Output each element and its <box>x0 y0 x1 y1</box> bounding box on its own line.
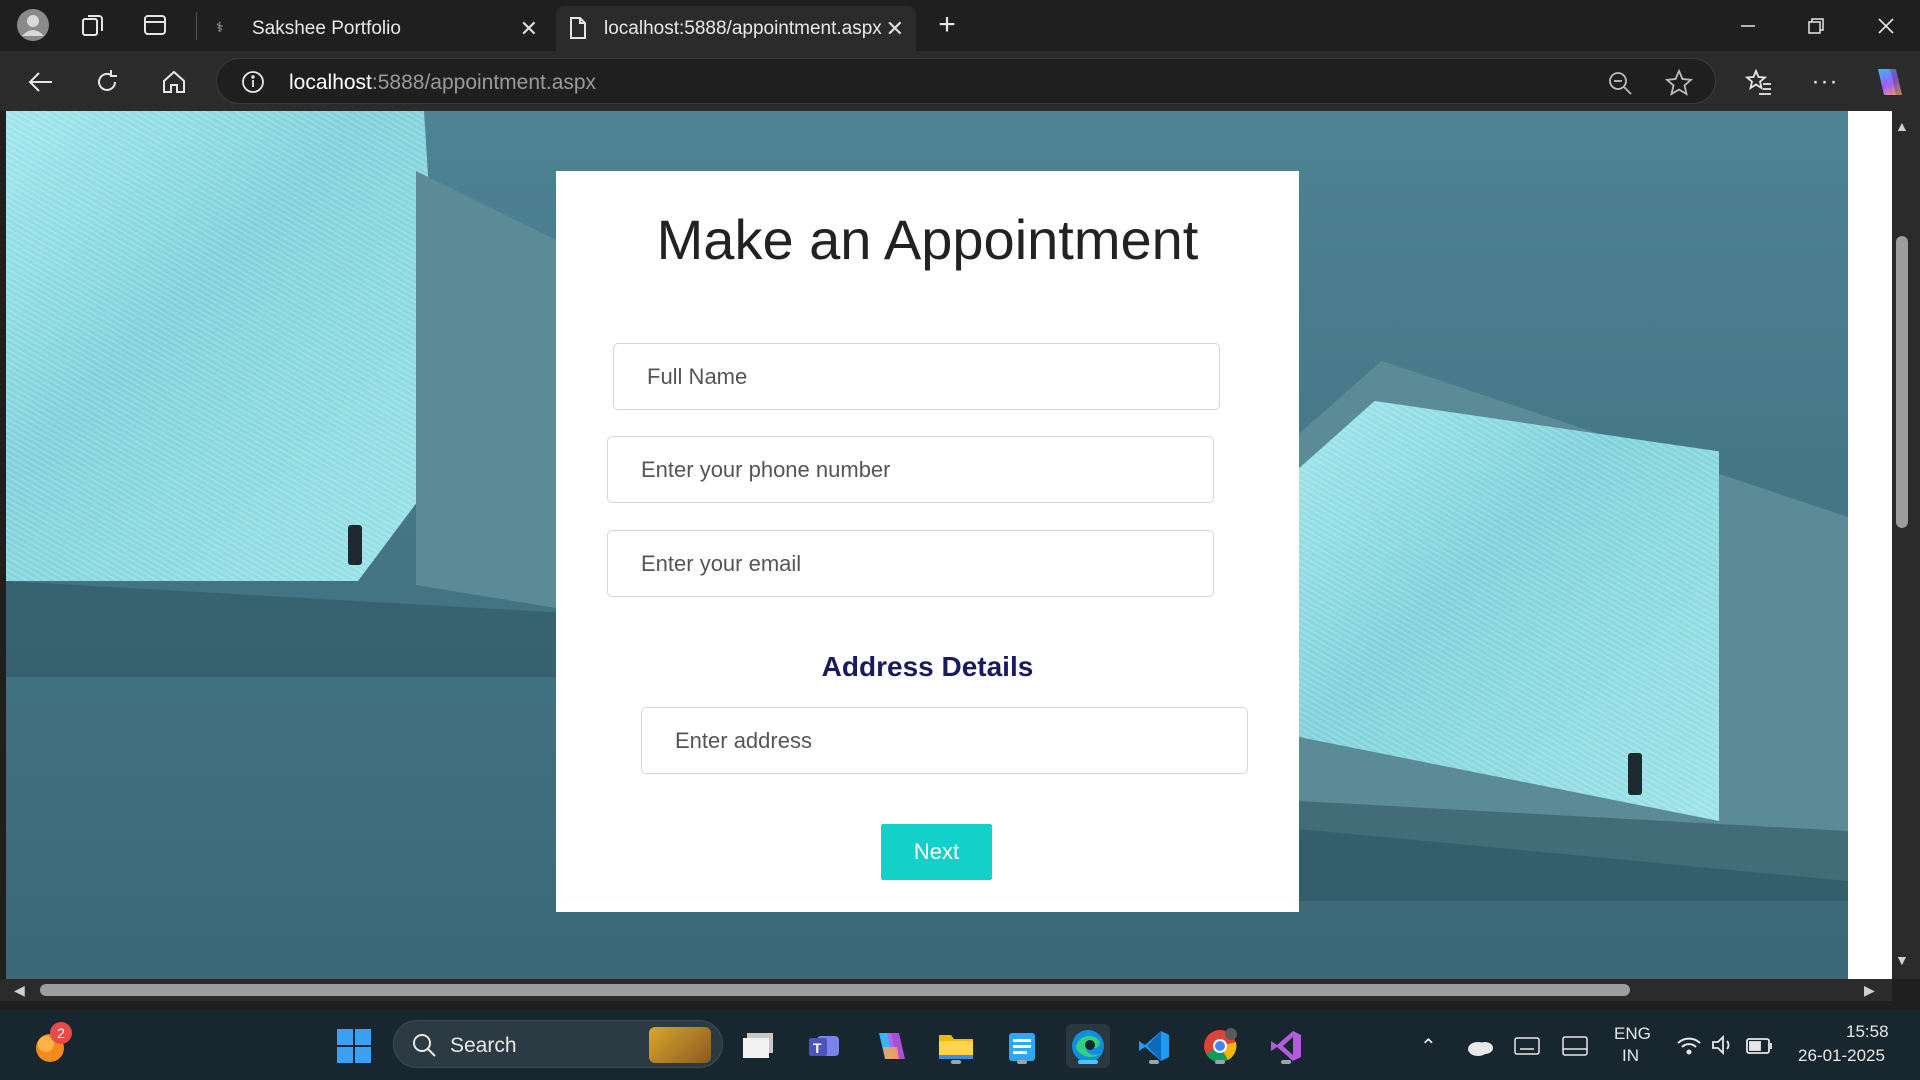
notification-badge: 2 <box>50 1022 72 1044</box>
teams-icon[interactable]: T <box>802 1024 846 1068</box>
frame-left <box>416 171 556 608</box>
vertical-tabs-icon[interactable] <box>138 8 172 42</box>
edge-browser-icon[interactable] <box>1066 1024 1110 1068</box>
tab-divider <box>196 12 197 40</box>
clock-time[interactable]: 15:58 <box>1846 1022 1889 1042</box>
start-windows-icon[interactable] <box>332 1024 376 1068</box>
url-path: :5888/appointment.aspx <box>371 71 597 94</box>
close-tab-icon[interactable]: ✕ <box>886 16 904 42</box>
show-hidden-icons-icon[interactable]: ⌃ <box>1420 1034 1437 1059</box>
next-button[interactable]: Next <box>881 824 992 880</box>
copilot-icon[interactable] <box>1868 63 1906 101</box>
glass-panel-left <box>6 111 446 581</box>
language-indicator-line1[interactable]: ENG <box>1614 1024 1651 1044</box>
refresh-icon[interactable] <box>88 63 126 101</box>
wifi-icon[interactable] <box>1676 1034 1702 1061</box>
favorite-star-icon[interactable] <box>1664 68 1694 102</box>
phone-field[interactable] <box>607 436 1214 503</box>
appointment-form-card: Make an Appointment Address Details Next <box>556 171 1299 912</box>
full-name-field[interactable] <box>613 343 1220 410</box>
keyboard-icon[interactable] <box>1514 1037 1540 1060</box>
zoom-out-icon[interactable] <box>1607 70 1633 101</box>
clock-date[interactable]: 26-01-2025 <box>1798 1046 1885 1066</box>
browser-tab-bar: ⚕ Sakshee Portfolio ✕ localhost:5888/app… <box>0 0 1920 51</box>
minimize-icon[interactable] <box>1714 0 1782 51</box>
site-info-icon[interactable] <box>241 70 265 99</box>
page-viewport: Make an Appointment Address Details Next <box>6 111 1848 979</box>
scroll-left-icon[interactable]: ◀ <box>14 982 25 999</box>
site-favicon-icon: ⚕ <box>216 19 224 35</box>
language-indicator-line2[interactable]: IN <box>1622 1046 1639 1066</box>
more-options-icon[interactable]: ··· <box>1806 63 1844 101</box>
copilot-app-icon[interactable] <box>868 1024 912 1068</box>
horizontal-scrollbar-thumb[interactable] <box>40 984 1630 996</box>
address-field[interactable] <box>641 707 1248 774</box>
address-bar[interactable]: localhost:5888/appointment.aspx <box>216 58 1716 104</box>
glass-post-right <box>1628 753 1642 795</box>
phone-input[interactable] <box>608 437 1213 502</box>
tab-appointment[interactable]: localhost:5888/appointment.aspx ✕ <box>556 6 916 51</box>
email-field[interactable] <box>607 530 1214 597</box>
vertical-scrollbar-thumb[interactable] <box>1896 236 1908 528</box>
visual-studio-icon[interactable] <box>1264 1024 1308 1068</box>
home-icon[interactable] <box>155 63 193 101</box>
workspaces-icon[interactable] <box>76 8 110 42</box>
vscode-icon[interactable] <box>1132 1024 1176 1068</box>
battery-icon[interactable] <box>1746 1037 1774 1060</box>
restore-icon[interactable] <box>1782 0 1850 51</box>
back-icon[interactable] <box>22 63 60 101</box>
scroll-up-icon[interactable]: ▲ <box>1895 118 1909 134</box>
scroll-right-icon[interactable]: ▶ <box>1864 982 1875 999</box>
svg-text:T: T <box>813 1040 822 1056</box>
tab-title: Sakshee Portfolio <box>252 17 401 39</box>
search-highlight-icon <box>649 1027 711 1063</box>
url-text: localhost:5888/appointment.aspx <box>289 71 596 95</box>
rail-left <box>6 581 566 677</box>
glass-post-left <box>348 525 362 565</box>
tab-sakshee-portfolio[interactable]: ⚕ Sakshee Portfolio ✕ <box>204 6 550 51</box>
address-input[interactable] <box>642 708 1247 773</box>
address-details-heading: Address Details <box>821 651 1034 682</box>
search-icon <box>412 1033 436 1062</box>
profile-avatar-icon[interactable] <box>16 8 50 42</box>
search-label: Search <box>450 1034 517 1057</box>
notepad-icon[interactable] <box>1000 1024 1044 1068</box>
email-input[interactable] <box>608 531 1213 596</box>
chrome-icon[interactable] <box>1198 1024 1242 1068</box>
close-window-icon[interactable] <box>1852 0 1920 51</box>
widgets-icon[interactable]: 2 <box>28 1022 72 1068</box>
favorites-icon[interactable] <box>1740 63 1778 101</box>
url-host: localhost <box>289 71 372 94</box>
page-icon <box>568 16 588 46</box>
form-title: Make an Appointment <box>656 208 1199 271</box>
taskbar-search[interactable]: Search <box>393 1020 723 1068</box>
close-tab-icon[interactable]: ✕ <box>520 16 538 42</box>
tab-title: localhost:5888/appointment.aspx <box>604 17 882 39</box>
scroll-down-icon[interactable]: ▼ <box>1895 952 1909 968</box>
tablet-mode-icon[interactable] <box>1562 1036 1588 1061</box>
file-explorer-icon[interactable] <box>934 1024 978 1068</box>
new-tab-icon[interactable]: + <box>930 8 964 42</box>
volume-icon[interactable] <box>1710 1034 1734 1061</box>
task-view-icon[interactable] <box>736 1024 780 1068</box>
onedrive-icon[interactable] <box>1466 1036 1494 1063</box>
page-right-margin <box>1848 111 1892 979</box>
full-name-input[interactable] <box>614 344 1219 409</box>
browser-toolbar: localhost:5888/appointment.aspx ··· <box>0 51 1920 111</box>
